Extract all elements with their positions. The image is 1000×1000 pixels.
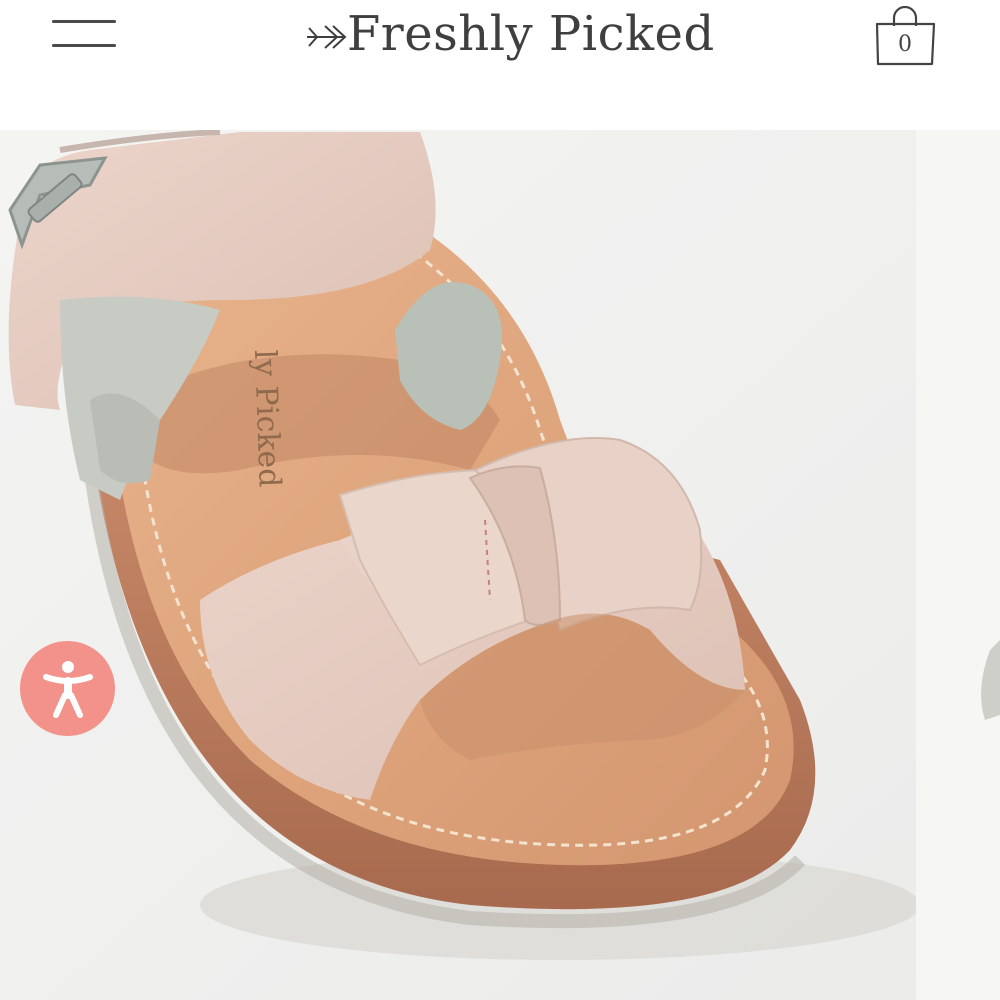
- insole-stamp: ly Picked: [247, 349, 287, 488]
- cart-button[interactable]: 0: [872, 6, 938, 68]
- brand-logo[interactable]: Freshly Picked: [305, 2, 715, 66]
- site-header: Freshly Picked 0: [0, 0, 1000, 130]
- accessibility-person-icon: [42, 660, 93, 718]
- menu-line-top: [52, 20, 116, 23]
- arrow-logo-icon: [307, 25, 347, 49]
- sandal-illustration: ly Picked: [0, 130, 1000, 1000]
- product-image[interactable]: ly Picked: [0, 130, 1000, 1000]
- brand-name: Freshly Picked: [347, 6, 715, 62]
- accessibility-button[interactable]: [20, 641, 115, 736]
- hamburger-menu-icon[interactable]: [52, 18, 116, 52]
- menu-line-bottom: [52, 44, 116, 47]
- cart-count: 0: [898, 32, 912, 57]
